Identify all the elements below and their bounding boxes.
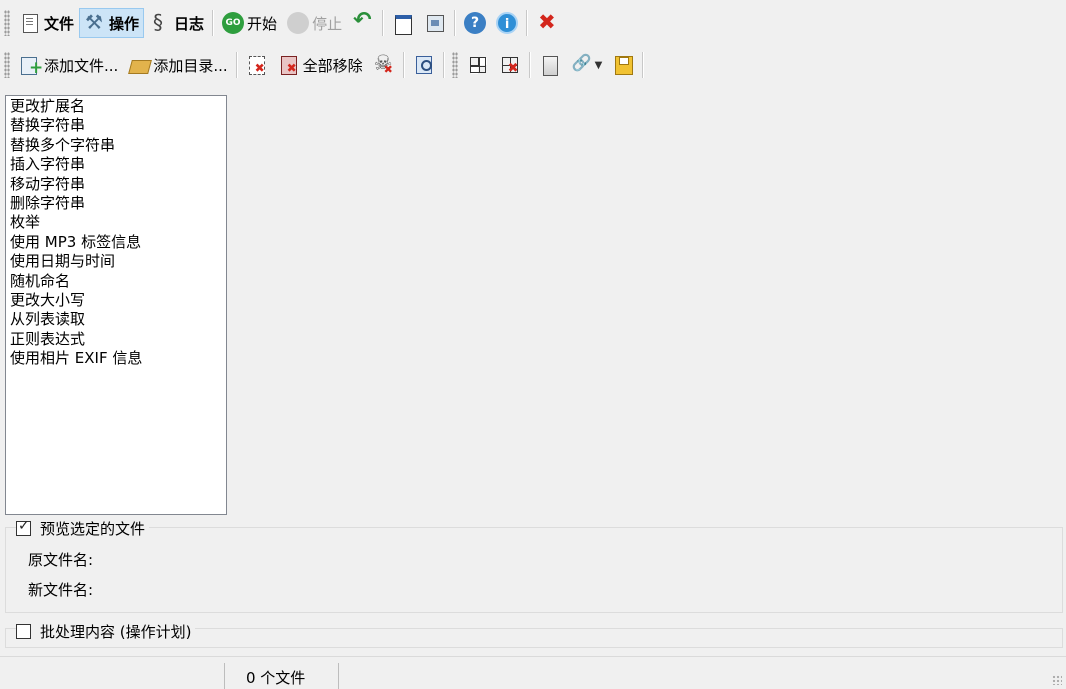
status-divider	[224, 663, 225, 689]
undo-button[interactable]	[347, 8, 379, 38]
remove-dead-button[interactable]	[368, 50, 400, 80]
save-icon	[612, 54, 634, 76]
remove-all-icon	[278, 54, 300, 76]
toolbar-separator	[235, 52, 238, 78]
toolbar-separator	[454, 10, 457, 36]
chevron-down-icon: ▼	[594, 59, 603, 71]
new-name-label: 新文件名:	[28, 581, 94, 599]
preview-checkbox[interactable]	[16, 518, 31, 536]
list-item[interactable]: 删除字符串	[10, 194, 226, 213]
rename-action-list[interactable]: 更改扩展名 替换字符串 替换多个字符串 插入字符串 移动字符串 删除字符串 枚举…	[5, 95, 227, 515]
clear-columns-button[interactable]	[494, 50, 526, 80]
save-button[interactable]	[607, 50, 639, 80]
actions-mode-button[interactable]: 操作	[79, 8, 145, 38]
file-count: 0 个文件	[246, 669, 306, 687]
magnifier-icon	[413, 54, 435, 76]
list-item[interactable]: 使用相片 EXIF 信息	[10, 349, 226, 368]
list-item[interactable]: 移动字符串	[10, 175, 226, 194]
list-item[interactable]: 从列表读取	[10, 310, 226, 329]
page-button[interactable]	[534, 50, 566, 80]
log-mode-label: 日志	[174, 14, 205, 33]
list-item[interactable]: 使用 MP3 标签信息	[10, 233, 226, 252]
help-icon: ?	[464, 12, 487, 34]
main-toolbar: 文件 操作 日志 GO 开始 停止 ? i	[0, 4, 1066, 42]
toolbar-separator	[212, 10, 215, 36]
batch-checkbox-label: 批处理内容 (操作计划)	[40, 623, 192, 641]
batch-toggle[interactable]: 批处理内容 (操作计划)	[16, 621, 196, 642]
window-button[interactable]	[387, 8, 419, 38]
files-toolbar: 添加文件... 添加目录... 全部移除 ▼	[0, 46, 1066, 84]
remove-file-icon	[246, 54, 268, 76]
tools-icon	[84, 10, 106, 34]
grid-icon	[467, 54, 489, 76]
info-icon: i	[496, 12, 519, 34]
original-name-label: 原文件名:	[28, 551, 94, 569]
page-icon	[539, 54, 561, 76]
folder-icon	[128, 54, 150, 76]
link-dropdown-button[interactable]: ▼	[566, 50, 608, 80]
toolbar-separator	[642, 52, 645, 78]
link-icon	[571, 53, 593, 76]
list-item[interactable]: 替换多个字符串	[10, 136, 226, 155]
add-files-button[interactable]: 添加文件...	[14, 50, 123, 80]
toolbar-grip[interactable]	[4, 52, 10, 78]
skull-icon	[373, 51, 395, 76]
list-item[interactable]: 随机命名	[10, 272, 226, 291]
panel-button[interactable]	[419, 8, 451, 38]
panel-icon	[424, 12, 446, 34]
help-button[interactable]: ?	[459, 8, 491, 38]
document-icon	[19, 12, 41, 34]
stop-button[interactable]: 停止	[282, 8, 347, 38]
add-files-label: 添加文件...	[44, 56, 119, 75]
preview-toggle[interactable]: 预览选定的文件	[16, 518, 150, 539]
log-icon	[149, 10, 171, 34]
list-item[interactable]: 正则表达式	[10, 330, 226, 349]
list-item[interactable]: 枚举	[10, 213, 226, 232]
resize-grip[interactable]	[1052, 675, 1062, 685]
list-item[interactable]: 使用日期与时间	[10, 252, 226, 271]
file-mode-button[interactable]: 文件	[14, 8, 79, 38]
window-icon	[392, 12, 414, 35]
grid-remove-icon	[499, 54, 521, 76]
toolbar-separator	[528, 52, 531, 78]
columns-button[interactable]	[462, 50, 494, 80]
list-item[interactable]: 更改大小写	[10, 291, 226, 310]
remove-all-label: 全部移除	[302, 56, 363, 75]
add-folder-label: 添加目录...	[153, 56, 228, 75]
toolbar-grip[interactable]	[4, 10, 10, 36]
status-bar: 0 个文件	[0, 656, 1066, 689]
toolbar-grip[interactable]	[451, 52, 458, 78]
file-mode-label: 文件	[44, 14, 75, 33]
list-item[interactable]: 更改扩展名	[10, 97, 226, 116]
add-file-icon	[19, 54, 43, 78]
about-button[interactable]: i	[491, 8, 523, 38]
status-divider	[338, 663, 339, 689]
start-label: 开始	[247, 14, 278, 33]
list-item[interactable]: 替换字符串	[10, 116, 226, 135]
toolbar-separator	[382, 10, 385, 36]
remove-all-button[interactable]: 全部移除	[273, 50, 368, 80]
add-folder-button[interactable]: 添加目录...	[123, 50, 232, 80]
list-item[interactable]: 插入字符串	[10, 155, 226, 174]
go-icon: GO	[222, 12, 245, 34]
actions-mode-label: 操作	[109, 14, 140, 33]
toolbar-separator	[526, 10, 529, 36]
preview-checkbox-label: 预览选定的文件	[40, 520, 146, 538]
stop-label: 停止	[312, 14, 343, 33]
undo-icon	[352, 8, 374, 34]
toolbar-separator	[402, 52, 405, 78]
start-button[interactable]: GO 开始	[217, 8, 282, 38]
stop-icon	[287, 12, 310, 34]
search-button[interactable]	[408, 50, 440, 80]
remove-selected-button[interactable]	[241, 50, 273, 80]
close-icon	[536, 10, 558, 34]
log-mode-button[interactable]: 日志	[144, 8, 209, 38]
exit-button[interactable]	[531, 8, 563, 38]
toolbar-separator	[442, 52, 445, 78]
batch-checkbox[interactable]	[16, 624, 31, 639]
preview-group	[5, 527, 1063, 613]
